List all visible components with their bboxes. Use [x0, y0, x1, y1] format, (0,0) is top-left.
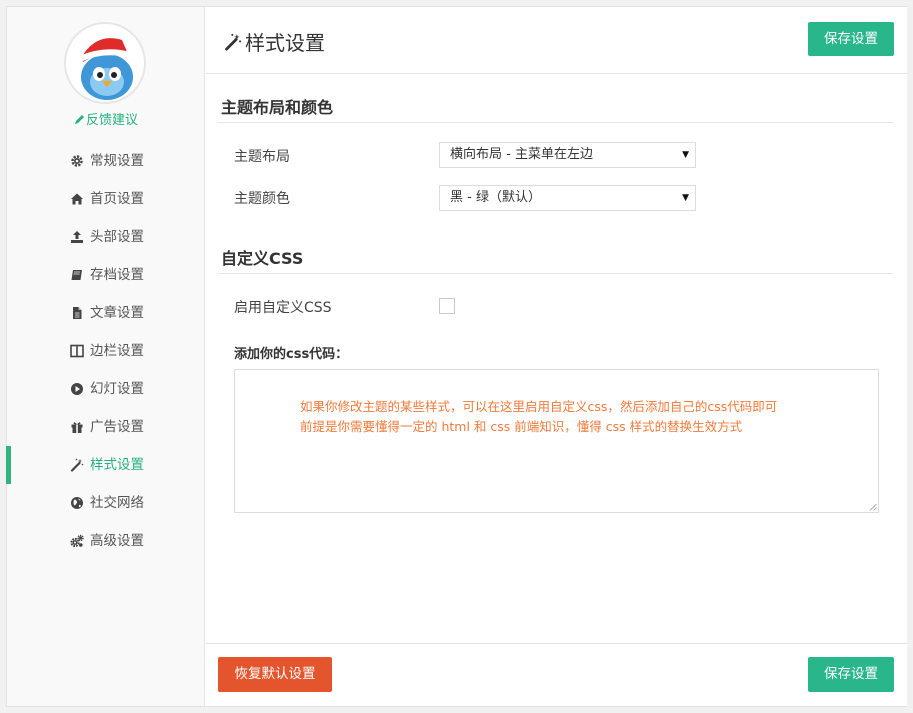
main-content: 样式设置 保存设置 主题布局和颜色 主题布局 横向布局 - 主菜单在左边 ▼ 主… — [206, 7, 907, 706]
section-divider — [218, 122, 893, 123]
columns-icon — [70, 344, 84, 358]
sidebar-item-homepage[interactable]: 首页设置 — [7, 180, 205, 218]
sidebar-item-style[interactable]: 样式设置 — [6, 446, 205, 484]
bird-mascot-icon — [77, 38, 135, 100]
book-icon — [71, 270, 82, 280]
feedback-label: 反馈建议 — [85, 113, 138, 128]
sidebar-nav: 常规设置 首页设置 头部设置 存档设置 文章设置 边栏设置 幻灯设置 广告设置 … — [6, 142, 205, 560]
dropdown-arrow-icon: ▼ — [682, 150, 689, 160]
layout-select[interactable]: 横向布局 - 主菜单在左边 ▼ — [439, 142, 696, 168]
enable-css-label: 启用自定义CSS — [234, 300, 332, 316]
dropdown-arrow-icon: ▼ — [682, 193, 689, 203]
page-title-text: 样式设置 — [245, 31, 325, 55]
enable-css-checkbox[interactable] — [439, 298, 455, 314]
save-button-bottom[interactable]: 保存设置 — [808, 657, 894, 692]
sidebar-item-header[interactable]: 头部设置 — [7, 218, 205, 256]
feedback-link[interactable]: 反馈建议 — [7, 109, 205, 128]
textarea-hint-line: 前提是你需要懂得一定的 html 和 css 前端知识，懂得 css 样式的替换… — [300, 419, 743, 434]
gears-icon — [70, 534, 84, 548]
reset-defaults-button[interactable]: 恢复默认设置 — [218, 657, 332, 692]
avatar — [64, 22, 146, 104]
footer-divider — [206, 643, 907, 644]
sidebar-item-sidebar[interactable]: 边栏设置 — [7, 332, 205, 370]
css-code-label: 添加你的css代码： — [234, 347, 349, 362]
color-label: 主题颜色 — [234, 191, 290, 207]
color-select-value: 黑 - 绿（默认） — [450, 190, 541, 205]
sidebar-item-advanced[interactable]: 高级设置 — [7, 522, 205, 560]
sidebar-item-article[interactable]: 文章设置 — [7, 294, 205, 332]
layout-label: 主题布局 — [234, 149, 290, 165]
textarea-hint-line: 如果你修改主题的某些样式，可以在这里启用自定义css，然后添加自己的css代码即… — [300, 399, 778, 414]
sidebar-item-ads[interactable]: 广告设置 — [7, 408, 205, 446]
magic-wand-icon — [70, 458, 84, 472]
css-section-title: 自定义CSS — [221, 249, 304, 268]
css-code-textarea[interactable]: 如果你修改主题的某些样式，可以在这里启用自定义css，然后添加自己的css代码即… — [234, 369, 879, 513]
layout-select-value: 横向布局 - 主菜单在左边 — [450, 147, 593, 162]
sidebar: 反馈建议 常规设置 首页设置 头部设置 存档设置 文章设置 边栏设置 幻灯设置 … — [6, 7, 205, 706]
sidebar-item-archive[interactable]: 存档设置 — [7, 256, 205, 294]
gear-icon — [71, 155, 83, 167]
sidebar-item-social[interactable]: 社交网络 — [7, 484, 205, 522]
page-header: 样式设置 保存设置 — [206, 7, 907, 74]
pencil-icon — [74, 115, 84, 124]
home-icon — [71, 193, 83, 205]
save-button-top[interactable]: 保存设置 — [808, 22, 894, 56]
section-divider — [218, 273, 893, 274]
file-icon — [73, 307, 82, 319]
sidebar-item-general[interactable]: 常规设置 — [7, 142, 205, 180]
resize-handle-icon[interactable] — [869, 503, 877, 511]
layout-section-title: 主题布局和颜色 — [221, 98, 334, 117]
magic-wand-icon — [225, 33, 242, 51]
color-select[interactable]: 黑 - 绿（默认） ▼ — [439, 185, 696, 211]
play-circle-icon — [71, 383, 83, 395]
gift-icon — [71, 422, 83, 433]
page-title: 样式设置 — [224, 27, 325, 56]
upload-icon — [71, 231, 83, 243]
sidebar-item-slideshow[interactable]: 幻灯设置 — [7, 370, 205, 408]
globe-icon — [71, 497, 83, 509]
settings-panel: 反馈建议 常规设置 首页设置 头部设置 存档设置 文章设置 边栏设置 幻灯设置 … — [6, 6, 907, 707]
